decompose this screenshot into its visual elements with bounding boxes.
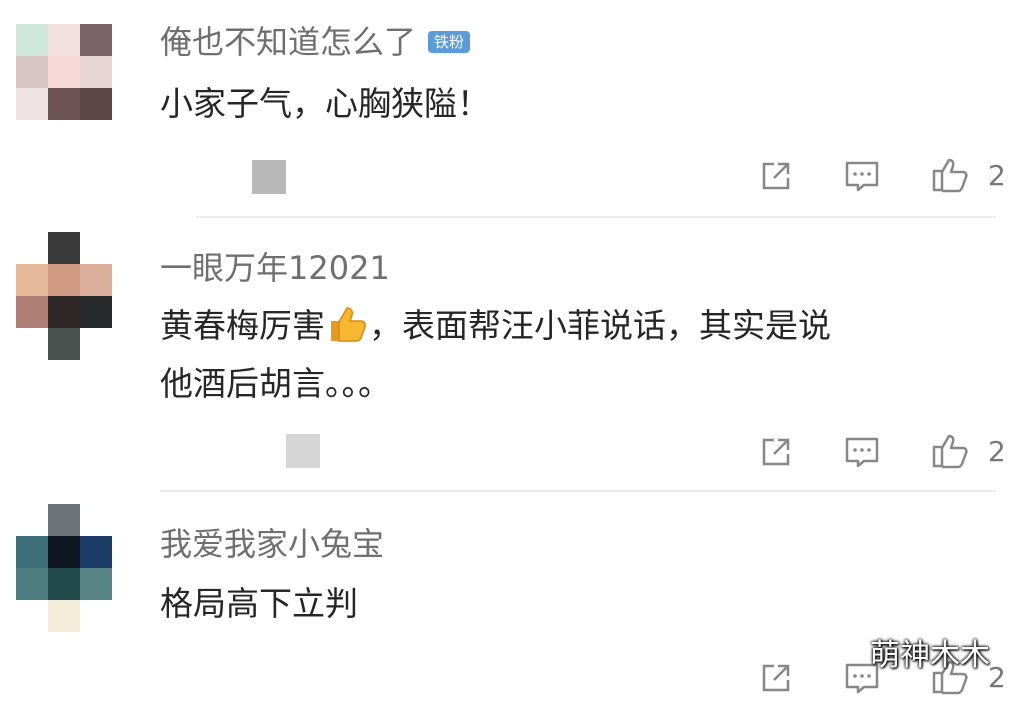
- reply-button[interactable]: [842, 156, 882, 196]
- blurred-timestamp: [252, 160, 286, 194]
- username-text: 俺也不知道怎么了: [160, 23, 417, 61]
- comment-actions: 2: [0, 154, 1018, 204]
- divider: [196, 216, 996, 218]
- comment-icon: [845, 161, 879, 192]
- username[interactable]: 俺也不知道怎么了 铁粉: [160, 22, 471, 62]
- like-count: 2: [988, 435, 1006, 468]
- comment-text: 格局高下立判: [160, 584, 358, 623]
- comment-actions: 2: [0, 656, 1018, 706]
- comment-actions: 2: [0, 430, 1018, 480]
- comment-icon: [845, 437, 879, 468]
- share-button[interactable]: [756, 156, 796, 196]
- comment-text-part: 黄春梅厉害: [160, 306, 325, 345]
- like-count: 2: [988, 661, 1006, 694]
- username[interactable]: 一眼万年12021: [160, 248, 390, 288]
- comment-text-part: ，表面帮汪小菲说话，其实是说: [369, 306, 831, 345]
- comment-text: 小家子气，心胸狭隘！: [160, 84, 490, 123]
- avatar-bottom: [48, 600, 80, 632]
- comment-text: 黄春梅厉害 ，表面帮汪小菲说话，其实是说: [160, 298, 980, 354]
- thumbs-up-icon: [932, 158, 968, 193]
- like-button[interactable]: [930, 154, 970, 194]
- share-button[interactable]: [756, 658, 796, 698]
- thumbs-up-icon: [932, 434, 968, 469]
- avatar-bottom: [48, 328, 80, 360]
- share-icon: [762, 664, 790, 692]
- blurred-timestamp: [286, 434, 320, 468]
- like-count: 2: [988, 159, 1006, 192]
- share-icon: [762, 438, 790, 466]
- divider: [160, 490, 996, 492]
- reply-button[interactable]: [842, 432, 882, 472]
- share-icon: [762, 162, 790, 190]
- avatar[interactable]: [16, 232, 112, 328]
- fan-badge: 铁粉: [428, 31, 471, 53]
- username[interactable]: 我爱我家小兔宝: [160, 524, 384, 564]
- like-button[interactable]: [930, 430, 970, 470]
- avatar[interactable]: [16, 504, 112, 600]
- avatar[interactable]: [16, 24, 112, 120]
- watermark: 萌神木木: [870, 638, 990, 673]
- comment-text-line2: 他酒后胡言。。。: [160, 364, 391, 403]
- thumbs-up-emoji: [331, 307, 366, 342]
- share-button[interactable]: [756, 432, 796, 472]
